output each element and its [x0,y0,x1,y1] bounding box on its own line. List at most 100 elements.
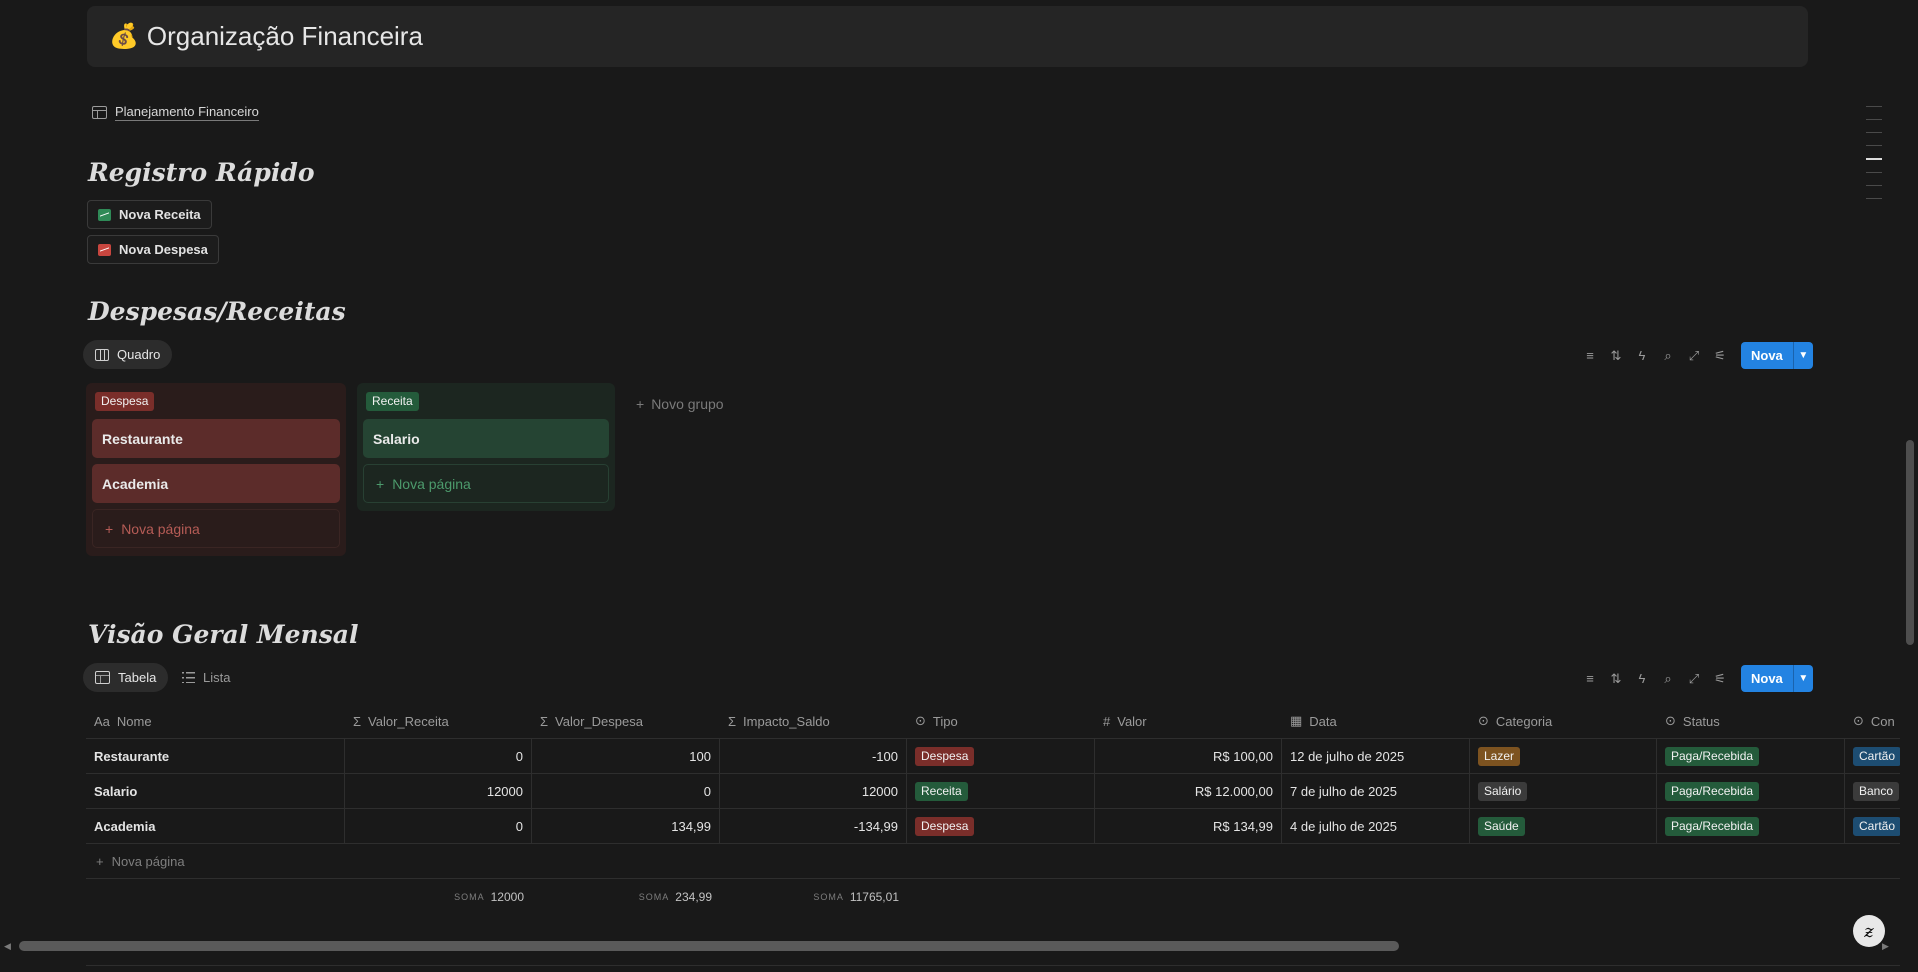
chevron-down-icon[interactable]: ▼ [1792,665,1813,692]
cell-status[interactable]: Paga/Recebida [1657,739,1845,773]
categoria-tag: Lazer [1478,746,1521,766]
cell-valor-receita[interactable]: 0 [345,809,532,843]
select-icon: ⊙ [1478,713,1489,728]
categoria-tag: Salário [1478,781,1528,801]
cell-tipo[interactable]: Despesa [907,739,1095,773]
board-card[interactable]: Restaurante [92,419,340,458]
cell-nome[interactable]: Academia [86,809,345,843]
con-tag: Cartão [1853,816,1900,836]
cell-valor-despesa[interactable]: 134,99 [532,809,720,843]
column-header-valor-despesa[interactable]: Σ Valor_Despesa [532,704,720,738]
tab-table[interactable]: Tabela [83,663,169,692]
tipo-tag: Receita [915,781,968,801]
plus-icon: + [376,475,385,492]
column-header-con[interactable]: ⊙ Con [1845,704,1900,738]
cell-impacto-saldo[interactable]: -100 [720,739,907,773]
tab-board[interactable]: Quadro [83,340,173,369]
board-card[interactable]: Salario [363,419,609,458]
calendar-icon: ▦ [1290,713,1303,728]
cell-valor-receita[interactable]: 0 [345,739,532,773]
column-header-impacto-saldo[interactable]: Σ Impacto_Saldo [720,704,907,738]
page-header: 💰 Organização Financeira [87,6,1808,67]
cell-con[interactable]: Cartão [1845,739,1900,773]
cell-valor[interactable]: R$ 100,00 [1095,739,1282,773]
vertical-scrollbar[interactable] [1906,440,1914,645]
sum-valor-receita[interactable]: SOMA 12000 [345,879,532,915]
scroll-left-arrow-icon[interactable]: ◀ [4,941,11,952]
add-row-button[interactable]: + Nova página [86,844,1900,879]
cell-tipo[interactable]: Receita [907,774,1095,808]
settings-icon[interactable]: ⚟ [1707,666,1733,692]
cell-categoria[interactable]: Lazer [1470,739,1657,773]
column-header-data[interactable]: ▦ Data [1282,704,1470,738]
cell-nome[interactable]: Restaurante [86,739,345,773]
cell-categoria[interactable]: Salário [1470,774,1657,808]
table-row[interactable]: Salario 12000 0 12000 Receita R$ 12.000,… [86,774,1900,809]
column-header-categoria[interactable]: ⊙ Categoria [1470,704,1657,738]
new-income-label: Nova Receita [119,207,201,222]
cell-status[interactable]: Paga/Recebida [1657,809,1845,843]
sum-impacto-saldo[interactable]: SOMA 11765,01 [720,879,907,915]
cell-data[interactable]: 12 de julho de 2025 [1282,739,1470,773]
cell-status[interactable]: Paga/Recebida [1657,774,1845,808]
search-icon[interactable]: ⌕ [1655,343,1681,369]
cell-data[interactable]: 7 de julho de 2025 [1282,774,1470,808]
expand-icon[interactable]: ⤢ [1681,666,1707,692]
sum-valor-despesa[interactable]: SOMA 234,99 [532,879,720,915]
cell-impacto-saldo[interactable]: 12000 [720,774,907,808]
new-expense-button[interactable]: Nova Despesa [87,235,219,264]
board-new-button[interactable]: Nova ▼ [1741,342,1813,369]
plus-icon: + [636,396,645,412]
add-page-button[interactable]: + Nova página [92,509,340,548]
table-of-contents-outline[interactable] [1866,106,1882,211]
scroll-right-arrow-icon[interactable]: ▶ [1882,941,1889,952]
sort-icon[interactable]: ⇅ [1603,343,1629,369]
column-header-valor-receita[interactable]: Σ Valor_Receita [345,704,532,738]
cell-con[interactable]: Cartão [1845,809,1900,843]
cell-valor[interactable]: R$ 12.000,00 [1095,774,1282,808]
cell-tipo[interactable]: Despesa [907,809,1095,843]
status-tag: Paga/Recebida [1665,746,1760,766]
tab-list[interactable]: Lista [182,663,230,692]
table-new-label[interactable]: Nova [1741,665,1793,692]
add-page-button[interactable]: + Nova página [363,464,609,503]
cell-nome[interactable]: Salario [86,774,345,808]
board-new-label[interactable]: Nova [1741,342,1793,369]
cell-valor-despesa[interactable]: 100 [532,739,720,773]
automation-icon[interactable]: ϟ [1629,343,1655,369]
table-row[interactable]: Academia 0 134,99 -134,99 Despesa R$ 134… [86,809,1900,844]
filter-icon[interactable]: ≡ [1577,343,1603,369]
number-icon: # [1103,713,1111,729]
sort-icon[interactable]: ⇅ [1603,666,1629,692]
tipo-tag: Despesa [915,816,975,836]
column-header-status[interactable]: ⊙ Status [1657,704,1845,738]
table-row[interactable]: Restaurante 0 100 -100 Despesa R$ 100,00… [86,739,1900,774]
cell-valor-receita[interactable]: 12000 [345,774,532,808]
cell-data[interactable]: 4 de julho de 2025 [1282,809,1470,843]
filter-icon[interactable]: ≡ [1577,666,1603,692]
column-header-nome[interactable]: Aa Nome [86,704,345,738]
cell-valor-despesa[interactable]: 0 [532,774,720,808]
new-income-button[interactable]: Nova Receita [87,200,212,229]
linked-database-link[interactable]: Planejamento Financeiro [92,104,259,121]
cell-categoria[interactable]: Saúde [1470,809,1657,843]
table-icon [92,106,107,119]
cell-valor[interactable]: R$ 134,99 [1095,809,1282,843]
cell-con[interactable]: Banco [1845,774,1900,808]
board-card[interactable]: Academia [92,464,340,503]
horizontal-scrollbar[interactable] [19,941,1399,951]
expand-icon[interactable]: ⤢ [1681,343,1707,369]
column-header-valor[interactable]: # Valor [1095,704,1282,738]
automation-icon[interactable]: ϟ [1629,666,1655,692]
group-tag-despesa: Despesa [95,391,155,411]
help-icon[interactable]: ƶ [1853,915,1885,947]
cell-impacto-saldo[interactable]: -134,99 [720,809,907,843]
column-header-tipo[interactable]: ⊙ Tipo [907,704,1095,738]
table-new-button[interactable]: Nova ▼ [1741,665,1813,692]
settings-icon[interactable]: ⚟ [1707,343,1733,369]
tab-table-label: Tabela [118,670,157,685]
new-group-button[interactable]: + Novo grupo [636,396,724,412]
select-icon: ⊙ [915,713,926,728]
chevron-down-icon[interactable]: ▼ [1792,342,1813,369]
search-icon[interactable]: ⌕ [1655,666,1681,692]
